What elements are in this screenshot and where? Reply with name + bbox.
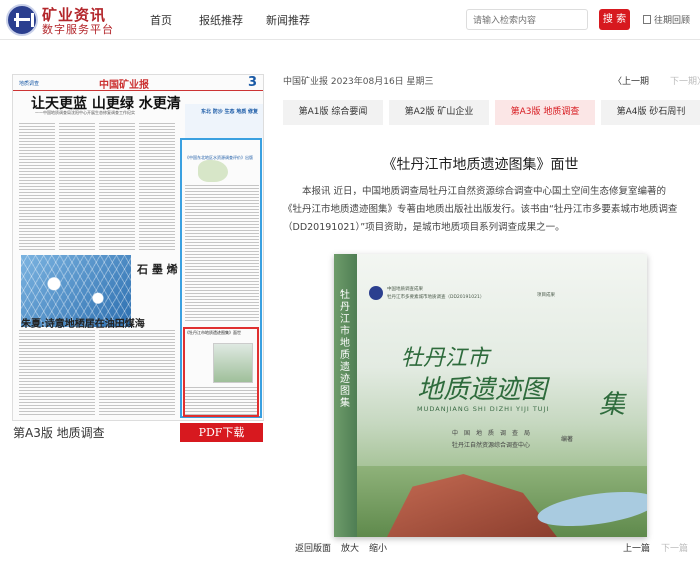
- prev-issue-link[interactable]: 〈上一期: [613, 74, 649, 87]
- article-toolbar: 返回版面 放大 缩小 上一篇 下一篇: [283, 539, 700, 555]
- cover-title-line2: 地质遗迹图: [417, 375, 548, 405]
- page-caption: 第A3版 地质调查: [13, 426, 105, 440]
- cover-org-1: 中国地质调查局: [452, 430, 537, 437]
- paper-page-number: 3: [247, 75, 257, 90]
- spine-title: 牡丹江市地质遗迹图集: [340, 290, 350, 409]
- past-issues-link[interactable]: 往期回顾: [643, 13, 690, 26]
- series-line-1: 中国地质调查成果: [387, 287, 423, 292]
- tab-a3[interactable]: 第A3版 地质调查: [495, 100, 595, 125]
- next-article-link[interactable]: 下一篇: [661, 541, 688, 554]
- nav-home[interactable]: 首页: [150, 12, 172, 28]
- text-column[interactable]: [139, 123, 175, 251]
- tab-a1[interactable]: 第A1版 综合要闻: [283, 100, 383, 125]
- cover-editor: 编著: [561, 436, 574, 443]
- article-body: 本报讯 近日，中国地质调查局牡丹江自然资源综合调查中心国土空间生态修复室编著的《…: [283, 186, 678, 233]
- issue-date: 中国矿业报 2023年08月16日 星期三: [283, 77, 434, 87]
- back-to-page-button[interactable]: 返回版面: [295, 541, 331, 554]
- search-button[interactable]: 搜 索: [599, 9, 630, 30]
- text-column[interactable]: [19, 330, 95, 416]
- tab-a2[interactable]: 第A2版 矿山企业: [389, 100, 489, 125]
- paper-masthead: 中国矿业报: [99, 80, 149, 91]
- paper-section-tag: 地质调查: [19, 81, 40, 87]
- brand-subtitle[interactable]: 数字服务平台: [42, 21, 114, 37]
- cover-pinyin: MUDANJIANG SHI DIZHI YIJI TUJI: [417, 405, 550, 413]
- nav-news-recommend[interactable]: 新闻推荐: [266, 12, 310, 28]
- zoom-in-button[interactable]: 放大: [341, 541, 359, 554]
- graphene-label: 石 墨 烯: [137, 263, 178, 276]
- prev-article-link[interactable]: 上一篇: [623, 541, 650, 554]
- nav-paper-recommend[interactable]: 报纸推荐: [199, 12, 243, 28]
- newspaper-page-preview[interactable]: 地质调查 中国矿业报 3 让天更蓝 山更绿 水更清 ——中国地质调查局沈阳中心开…: [12, 74, 264, 421]
- series-tag: 项目成果: [537, 293, 555, 298]
- cover-org-2: 牡丹江自然资源综合调查中心: [452, 442, 531, 449]
- article-title: 《牡丹江市地质遗迹图集》面世: [382, 157, 579, 173]
- zoom-out-button[interactable]: 缩小: [369, 541, 387, 554]
- book-spine: 牡丹江市地质遗迹图集: [334, 254, 357, 537]
- text-column[interactable]: [99, 123, 135, 251]
- paper-subline: ——中国地质调查局沈阳中心开展生态修复调查工作纪实: [35, 110, 135, 115]
- text-column[interactable]: [59, 123, 95, 251]
- brand-logo-icon[interactable]: [6, 4, 38, 36]
- book-cover-image: 牡丹江市地质遗迹图集 中国地质调查成果 牡丹江市多要素城市地质调查（DD2019…: [334, 254, 647, 537]
- paper-headline-2[interactable]: 朱夏:诗意地栖居在油田煤海: [21, 315, 145, 330]
- edition-tabs: 第A1版 综合要闻 第A2版 矿山企业 第A3版 地质调查 第A4版 砂石周刊: [283, 100, 700, 125]
- next-issue-link[interactable]: 下一期〉: [670, 74, 700, 87]
- past-issues-label: 往期回顾: [654, 16, 691, 26]
- paper-right-banner[interactable]: 东北 防沙 生态 地质 修复: [185, 104, 263, 138]
- survey-logo-icon: [369, 286, 383, 300]
- text-column[interactable]: [99, 330, 175, 416]
- calendar-icon: [643, 15, 651, 24]
- top-header: 矿业资讯 数字服务平台 首页 报纸推荐 新闻推荐 搜 索 往期回顾: [0, 0, 700, 40]
- cover-title-line3: 集: [599, 390, 626, 420]
- paper-right-banner-text: 东北 防沙 生态 地质 修复: [201, 109, 258, 115]
- current-article-area[interactable]: [183, 327, 259, 417]
- series-line-2: 牡丹江市多要素城市地质调查（DD20191021）: [387, 295, 485, 300]
- cover-title-line1: 牡丹江市: [401, 346, 490, 371]
- book-front: 中国地质调查成果 牡丹江市多要素城市地质调查（DD20191021） 项目成果 …: [357, 254, 647, 537]
- text-column[interactable]: [19, 123, 55, 251]
- pdf-download-button[interactable]: PDF下载: [180, 423, 263, 442]
- search-input[interactable]: [466, 9, 588, 30]
- tab-a4[interactable]: 第A4版 砂石周刊: [601, 100, 700, 125]
